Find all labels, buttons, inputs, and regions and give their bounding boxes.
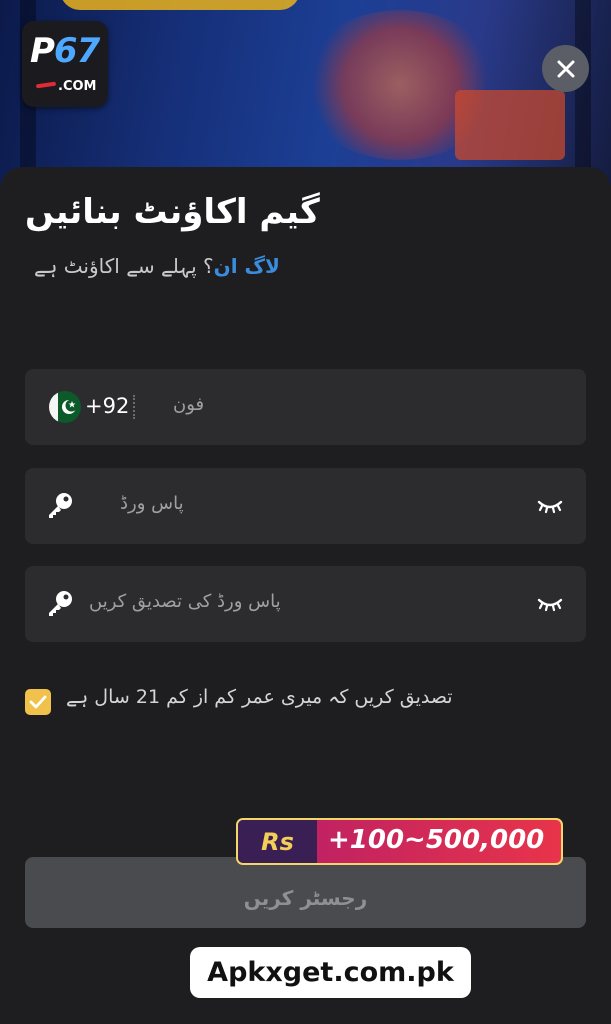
eye-closed-icon[interactable]	[537, 498, 563, 514]
login-link[interactable]: لاگ ان	[214, 254, 280, 278]
close-icon	[557, 60, 574, 77]
close-button[interactable]	[542, 45, 589, 92]
field-separator	[133, 395, 135, 419]
currency-label: Rs	[238, 820, 317, 863]
register-button-label: رجسٹر کریں	[243, 885, 368, 910]
age-confirm-checkbox[interactable]	[25, 689, 51, 715]
phone-field[interactable]: +92 فون	[25, 369, 586, 445]
pakistan-flag-icon[interactable]	[49, 391, 81, 423]
country-code[interactable]: +92	[85, 394, 129, 418]
watermark: Apkxget.com.pk	[190, 947, 471, 998]
page-title: گیم اکاؤنٹ بنائیں	[25, 192, 320, 232]
logo-wordmark: P67	[30, 31, 100, 71]
banner-art	[60, 0, 300, 10]
bonus-badge: Rs +100~500,000	[236, 818, 563, 865]
confirm-password-field[interactable]: پاس ورڈ کی تصدیق کریں	[25, 566, 586, 642]
confirm-password-placeholder: پاس ورڈ کی تصدیق کریں	[89, 591, 281, 612]
password-placeholder: پاس ورڈ	[120, 493, 184, 514]
phone-placeholder: فون	[173, 394, 205, 415]
key-icon	[49, 493, 72, 518]
checkmark-icon	[29, 695, 47, 709]
logo-domain: .COM	[58, 79, 97, 94]
register-button[interactable]: رجسٹر کریں	[25, 857, 586, 928]
key-icon	[49, 591, 72, 616]
bonus-amount: +100~500,000	[328, 825, 545, 855]
age-confirm-label: تصدیق کریں کہ میری عمر کم از کم 21 سال ہ…	[66, 686, 453, 708]
banner-art	[455, 90, 565, 160]
logo-swoosh	[35, 81, 57, 89]
eye-closed-icon[interactable]	[537, 596, 563, 612]
password-field[interactable]: پاس ورڈ	[25, 468, 586, 544]
app-logo: P67 .COM	[22, 21, 108, 107]
watermark-text: Apkxget.com.pk	[207, 957, 454, 988]
login-prompt: لاگ ان؟ پہلے سے اکاؤنٹ ہے	[34, 254, 280, 278]
